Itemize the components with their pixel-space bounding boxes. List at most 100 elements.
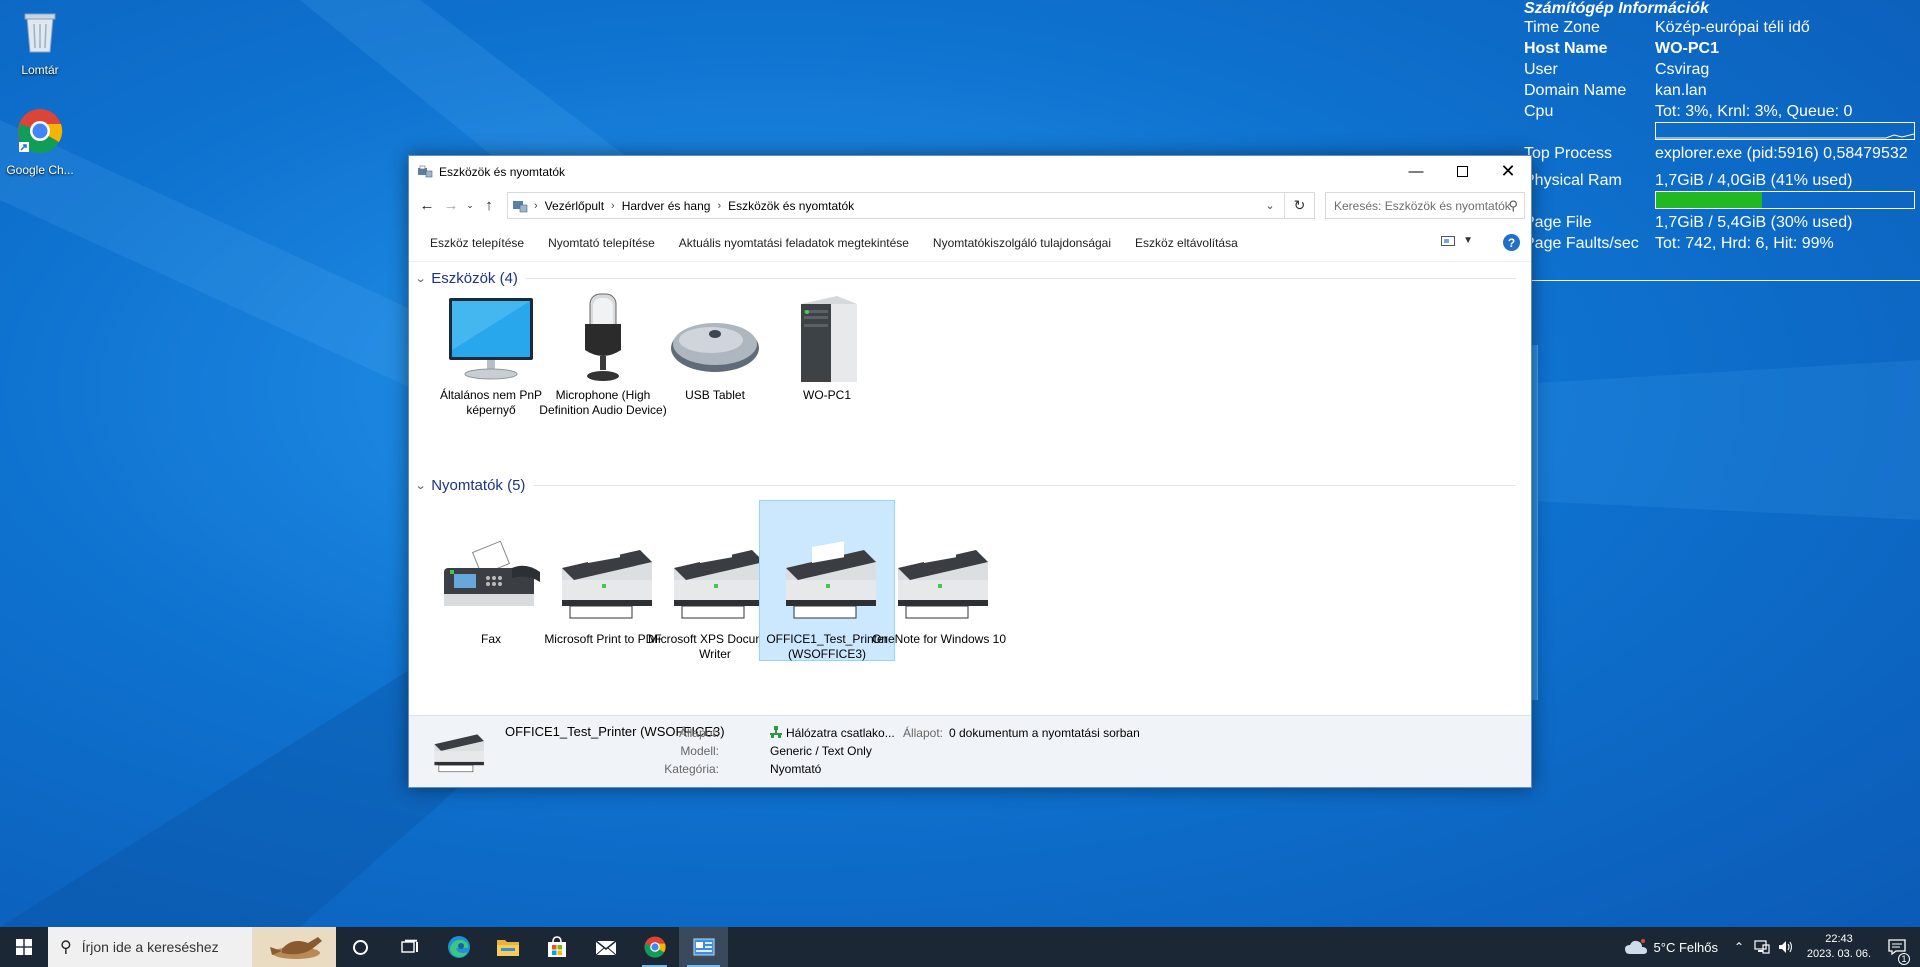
address-bar[interactable]: › Vezérlőpult › Hardver és hang › Eszköz…: [507, 192, 1315, 219]
details-category-label: Kategória:: [664, 762, 719, 776]
taskbar: ⚲ Írjon ide a kereséshez 5°C Felhős ⌃ 22…: [0, 927, 1920, 967]
sysinfo-value: Tot: 3%, Krnl: 3%, Queue: 0: [1655, 103, 1853, 120]
details-pane: OFFICE1_Test_Printer (WSOFFICE3) Állapot…: [409, 715, 1531, 787]
taskbar-file-explorer[interactable]: [483, 927, 532, 967]
taskbar-chrome[interactable]: [630, 927, 679, 967]
taskbar-search-box[interactable]: ⚲ Írjon ide a kereséshez: [48, 927, 336, 967]
notification-center-button[interactable]: 1: [1874, 939, 1920, 965]
breadcrumb-devices-printers[interactable]: Eszközök és nyomtatók: [721, 199, 861, 213]
desktop-icon-recycle-bin[interactable]: Lomtár: [0, 6, 80, 77]
network-button[interactable]: [1750, 940, 1774, 954]
volume-icon: [1779, 941, 1793, 953]
desktop-icon-label: Lomtár: [21, 63, 59, 77]
group-header-printers[interactable]: ⌄ Nyomtatók (5): [414, 476, 1516, 494]
search-placeholder: Keresés: Eszközök és nyomtatók: [1334, 198, 1511, 213]
help-button[interactable]: ?: [1503, 234, 1520, 251]
fax-icon: [444, 540, 540, 606]
chevron-down-icon: ⌄: [466, 200, 474, 210]
start-button[interactable]: [0, 927, 48, 967]
close-button[interactable]: ✕: [1485, 156, 1531, 187]
cloud-icon: [1624, 939, 1647, 954]
folder-icon: [496, 940, 519, 956]
taskbar-store[interactable]: [532, 927, 581, 967]
task-view-icon: [400, 939, 418, 953]
printer-icon: [786, 541, 876, 619]
edge-icon: [447, 936, 470, 958]
search-icon: ⚲: [60, 939, 72, 956]
chrome-icon: [18, 109, 63, 154]
monitor-icon: [449, 298, 533, 380]
add-device-button[interactable]: Eszköz telepítése: [418, 228, 536, 258]
minimize-icon: —: [1408, 163, 1424, 180]
search-box[interactable]: Keresés: Eszközök és nyomtatók ⚲: [1325, 192, 1525, 219]
title-bar[interactable]: Eszközök és nyomtatók — ✕: [409, 156, 1531, 187]
notification-count-badge: 1: [1898, 953, 1910, 965]
clock-time: 22:43: [1825, 933, 1853, 945]
breadcrumb-control-panel[interactable]: Vezérlőpult: [538, 199, 611, 213]
see-print-jobs-button[interactable]: Aktuális nyomtatási feladatok megtekinté…: [667, 228, 921, 258]
task-view-button[interactable]: [385, 927, 434, 967]
recent-locations-button[interactable]: ⌄: [463, 193, 477, 219]
sysinfo-row-domain: Domain Name kan.lan: [1524, 80, 1920, 101]
close-icon: ✕: [1500, 161, 1516, 181]
remove-device-button[interactable]: Eszköz eltávolítása: [1123, 228, 1250, 258]
printer-icon: [434, 734, 484, 773]
printer-icon: [674, 541, 764, 619]
windows-logo-icon: [16, 939, 32, 955]
sysinfo-value: Közép-európai téli idő: [1655, 19, 1810, 36]
chevron-down-icon: ⌄: [414, 479, 427, 492]
clock-date: 2023. 03. 06.: [1806, 948, 1872, 960]
group-header-devices[interactable]: ⌄ Eszközök (4): [414, 269, 1516, 287]
group-divider: [533, 484, 1516, 486]
refresh-button[interactable]: ↻: [1284, 193, 1314, 218]
print-server-properties-button[interactable]: Nyomtatókiszolgáló tulajdonságai: [921, 228, 1123, 258]
maximize-button[interactable]: [1439, 156, 1485, 187]
printer-icon: [898, 541, 988, 619]
sysinfo-key: Page Faults/sec: [1524, 235, 1639, 252]
show-hidden-icons-button[interactable]: ⌃: [1728, 940, 1750, 954]
weather-text: 5°C Felhős: [1653, 939, 1718, 955]
devices-printers-icon: [418, 165, 433, 177]
volume-button[interactable]: [1774, 940, 1798, 954]
sysinfo-key: Page File: [1524, 214, 1592, 231]
minimize-button[interactable]: —: [1393, 156, 1439, 187]
address-dropdown-button[interactable]: ⌄: [1260, 193, 1280, 218]
printer-item-onenote[interactable]: OneNote for Windows 10: [871, 500, 1007, 661]
taskbar-mail[interactable]: [581, 927, 630, 967]
sysinfo-row-pagefile: Page File 1,7GiB / 5,4GiB (30% used): [1524, 212, 1920, 233]
chevron-down-icon: ⌄: [414, 272, 427, 285]
chevron-down-icon: ⌄: [1265, 200, 1275, 212]
window-title: Eszközök és nyomtatók: [439, 164, 566, 179]
refresh-icon: ↻: [1293, 197, 1306, 213]
arrow-up-icon: ↑: [485, 197, 493, 214]
desktop: Lomtár Google Ch... Számítógép Informáci…: [0, 0, 1920, 927]
task-view-cortana-button[interactable]: [336, 927, 385, 967]
store-icon: [547, 936, 566, 957]
sysinfo-value: kan.lan: [1655, 82, 1707, 99]
sysinfo-key: Physical Ram: [1524, 172, 1622, 189]
add-printer-button[interactable]: Nyomtató telepítése: [536, 228, 667, 258]
view-options-button[interactable]: ▼: [1441, 235, 1473, 246]
clock[interactable]: 22:43 2023. 03. 06.: [1804, 932, 1874, 962]
details-category-value: Nyomtató: [770, 762, 822, 776]
breadcrumb-hardware-sound[interactable]: Hardver és hang: [615, 199, 718, 213]
ram-usage-bar: [1655, 191, 1915, 209]
microphone-icon: [585, 293, 621, 381]
sysinfo-key: Domain Name: [1524, 82, 1627, 99]
details-state2-label: Állapot:: [902, 726, 943, 740]
search-highlight-image: [252, 927, 336, 967]
sysinfo-title: Számítógép Információk: [1524, 0, 1709, 17]
taskbar-edge[interactable]: [434, 927, 483, 967]
sysinfo-value: 1,7GiB / 5,4GiB (30% used): [1655, 214, 1853, 231]
forward-button[interactable]: →: [439, 193, 463, 219]
taskbar-control-panel[interactable]: [679, 927, 728, 967]
device-item-computer[interactable]: WO-PC1: [759, 290, 895, 403]
weather-widget[interactable]: 5°C Felhős: [1614, 927, 1728, 967]
sysinfo-divider: [1524, 280, 1920, 281]
arrow-right-icon: →: [443, 197, 459, 214]
sysinfo-key: User: [1524, 61, 1558, 78]
desktop-icon-chrome[interactable]: Google Ch...: [0, 106, 80, 177]
back-button[interactable]: ←: [415, 193, 439, 219]
up-button[interactable]: ↑: [477, 193, 501, 219]
view-icon: [1441, 235, 1456, 246]
